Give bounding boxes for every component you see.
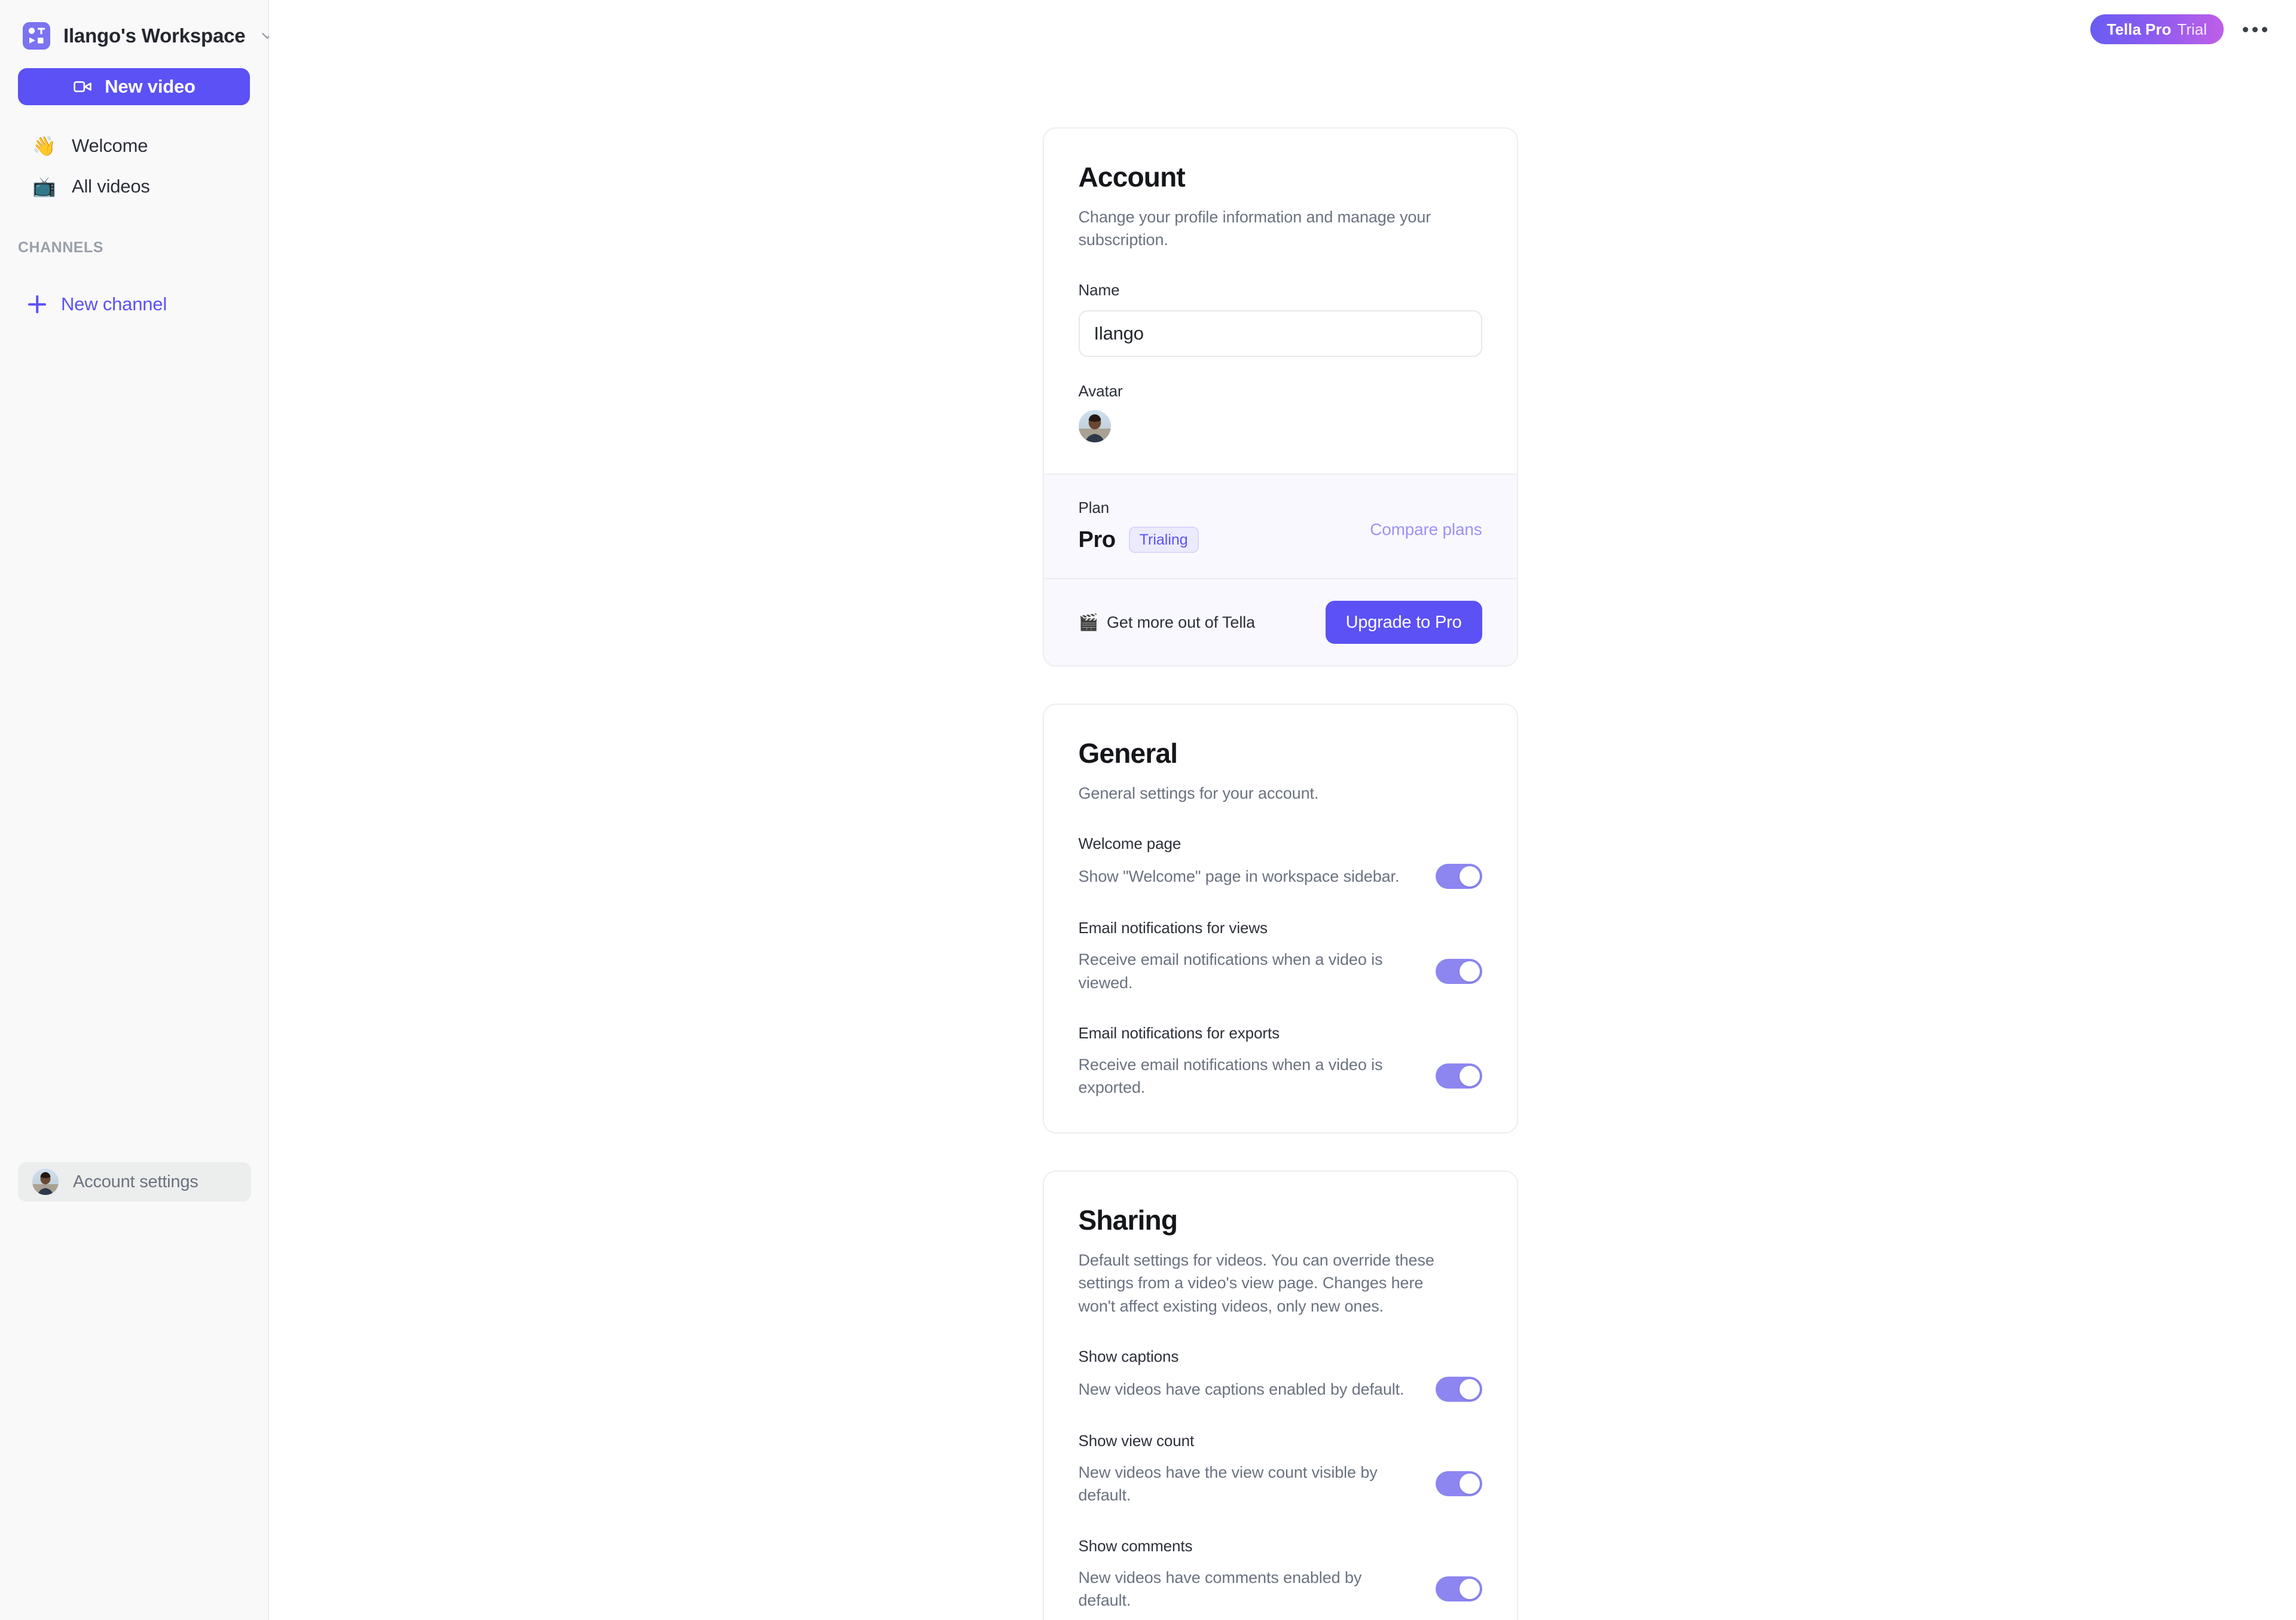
setting-description: New videos have the view count visible b… [1078, 1463, 1378, 1505]
settings-scroll-area: Account Change your profile information … [269, 0, 2296, 1620]
avatar-field-group: Avatar [1078, 382, 1482, 473]
television-icon: 📺 [32, 176, 56, 197]
setting-email-notifications-exports: Email notifications for exports Receive … [1079, 1024, 1482, 1133]
name-label: Name [1078, 281, 1120, 299]
channels-heading: CHANNELS [18, 239, 103, 256]
account-card-description: Change your profile information and mana… [1078, 207, 1431, 249]
setting-description: New videos have captions enabled by defa… [1078, 1380, 1405, 1398]
setting-description: Receive email notifications when a video… [1078, 1055, 1383, 1097]
upgrade-section: 🎬 Get more out of Tella Upgrade to Pro [1043, 578, 1517, 666]
avatar [32, 1169, 59, 1195]
new-channel-label: New channel [61, 294, 167, 314]
sidebar-nav: 👋 Welcome 📺 All videos [0, 126, 268, 207]
upgrade-to-pro-button[interactable]: Upgrade to Pro [1325, 601, 1482, 644]
sidebar-footer: Account settings [0, 1162, 269, 1202]
toggle-welcome-page[interactable] [1435, 864, 1482, 890]
setting-description: New videos have comments enabled by defa… [1078, 1568, 1362, 1610]
sidebar-item-all-videos[interactable]: 📺 All videos [0, 166, 268, 207]
main-content: Tella Pro Trial Account Change your prof… [269, 0, 2296, 1620]
tella-logo-icon [23, 22, 50, 50]
clapper-board-icon: 🎬 [1078, 613, 1099, 632]
new-channel-button[interactable]: New channel [0, 284, 268, 325]
workspace-name: Ilango's Workspace [63, 25, 246, 47]
toggle-show-view-count[interactable] [1435, 1471, 1482, 1497]
compare-plans-link[interactable]: Compare plans [1370, 520, 1482, 539]
toggle-email-notifications-views[interactable] [1435, 958, 1482, 984]
sidebar-item-label-welcome: Welcome [72, 135, 148, 156]
toggle-show-comments[interactable] [1435, 1576, 1482, 1602]
setting-description: Show "Welcome" page in workspace sidebar… [1078, 867, 1400, 885]
sidebar-item-welcome[interactable]: 👋 Welcome [0, 126, 268, 166]
setting-name: Email notifications for exports [1078, 1023, 1280, 1042]
setting-name: Welcome page [1078, 835, 1181, 853]
sidebar: Ilango's Workspace New video 👋 Welcome 📺 [0, 0, 273, 1620]
setting-show-captions: Show captions New videos have captions e… [1079, 1347, 1482, 1402]
sidebar-item-label-all-videos: All videos [72, 176, 150, 197]
account-card-title: Account [1078, 161, 1186, 192]
general-card-description: General settings for your account. [1078, 784, 1319, 802]
avatar[interactable] [1078, 410, 1111, 443]
account-card: Account Change your profile information … [1042, 127, 1518, 667]
upgrade-promo-label: Get more out of Tella [1107, 613, 1256, 631]
setting-show-comments: Show comments New videos have comments e… [1079, 1537, 1482, 1620]
account-settings-label: Account settings [73, 1172, 199, 1191]
setting-name: Show captions [1078, 1347, 1179, 1366]
toggle-email-notifications-exports[interactable] [1435, 1063, 1482, 1089]
avatar-label: Avatar [1078, 382, 1123, 401]
setting-name: Show view count [1078, 1432, 1195, 1450]
toggle-show-captions[interactable] [1435, 1377, 1482, 1402]
sharing-card-title: Sharing [1078, 1205, 1178, 1236]
account-settings-button[interactable]: Account settings [18, 1162, 251, 1202]
new-video-button-label: New video [105, 76, 196, 97]
upgrade-promo: 🎬 Get more out of Tella [1079, 613, 1256, 632]
app-root: Ilango's Workspace New video 👋 Welcome 📺 [0, 0, 2296, 1620]
plan-name: Pro [1078, 527, 1116, 552]
setting-show-view-count: Show view count New videos have the view… [1079, 1432, 1482, 1507]
general-card-title: General [1078, 738, 1178, 769]
new-video-button[interactable]: New video [18, 68, 250, 105]
setting-welcome-page: Welcome page Show "Welcome" page in work… [1078, 835, 1482, 890]
status-badge: Trialing [1128, 527, 1199, 554]
sharing-card: Sharing Default settings for videos. You… [1042, 1170, 1518, 1620]
setting-name: Show comments [1078, 1536, 1193, 1555]
name-input[interactable] [1078, 310, 1482, 357]
setting-name: Email notifications for views [1078, 919, 1268, 937]
waving-hand-icon: 👋 [32, 135, 56, 157]
sharing-card-description: Default settings for videos. You can ove… [1078, 1251, 1434, 1315]
setting-description: Receive email notifications when a video… [1078, 950, 1383, 992]
setting-email-notifications-views: Email notifications for views Receive em… [1079, 919, 1482, 994]
plan-section: Plan Pro Trialing Compare plans [1043, 473, 1517, 579]
settings-column: Account Change your profile information … [1042, 0, 1518, 1620]
general-card: General General settings for your accoun… [1042, 704, 1518, 1134]
plan-label: Plan [1078, 499, 1110, 517]
name-field-group: Name [1078, 281, 1482, 357]
video-camera-icon [72, 77, 93, 97]
plus-icon [26, 294, 48, 315]
workspace-switcher[interactable]: Ilango's Workspace [0, 0, 273, 55]
